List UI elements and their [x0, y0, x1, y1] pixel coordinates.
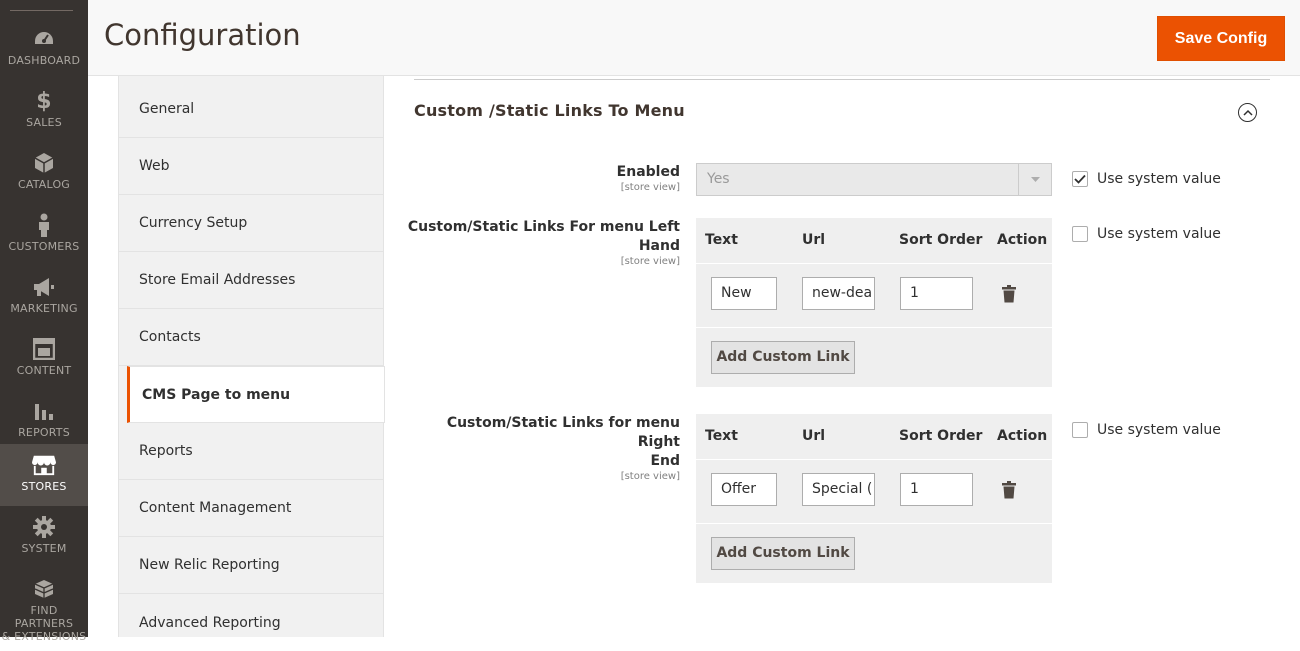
use-system-value-checkbox[interactable]: [1072, 422, 1088, 438]
config-section: Custom /Static Links To Menu Enabled [st…: [384, 76, 1300, 637]
nav-label: REPORTS: [18, 426, 70, 439]
nav-label: CONTENT: [16, 364, 72, 377]
content-icon: [32, 337, 56, 361]
table-header: Text Url Sort Order Action: [696, 218, 1052, 264]
add-custom-link-button[interactable]: Add Custom Link: [711, 537, 855, 570]
right-end-label-line1: Custom/Static Links for menu Right: [446, 415, 680, 450]
left-hand-label-line1: Custom/Static Links For menu Left: [407, 219, 680, 235]
tab-general[interactable]: General: [119, 81, 383, 138]
tab-content-management[interactable]: Content Management: [119, 480, 383, 537]
nav-item-content[interactable]: CONTENT: [0, 328, 88, 390]
nav-item-system[interactable]: SYSTEM: [0, 506, 88, 568]
tab-web[interactable]: Web: [119, 138, 383, 195]
tab-store-email-addresses[interactable]: Store Email Addresses: [119, 252, 383, 309]
gear-icon: [32, 515, 56, 539]
tab-currency-setup[interactable]: Currency Setup: [119, 195, 383, 252]
enabled-select[interactable]: Yes: [696, 163, 1052, 196]
nav-label-line1: FIND PARTNERS: [14, 604, 74, 630]
left-hand-label: Custom/Static Links For menu Left Hand […: [400, 218, 680, 268]
link-text-input[interactable]: Offer: [711, 473, 777, 506]
left-hand-label-line2: Hand: [638, 238, 680, 254]
use-system-value-label: Use system value: [1097, 422, 1221, 438]
column-text: Text: [705, 232, 738, 248]
column-text: Text: [705, 428, 738, 444]
link-text-input[interactable]: New: [711, 277, 777, 310]
column-action: Action: [997, 428, 1048, 444]
tab-cms-page-to-menu[interactable]: CMS Page to menu: [127, 366, 385, 423]
link-sort-order-input[interactable]: 1: [900, 473, 973, 506]
save-config-button[interactable]: Save Config: [1157, 16, 1285, 61]
column-url: Url: [802, 428, 826, 444]
right-end-label: Custom/Static Links for menu Right End […: [400, 414, 680, 483]
table-footer: Add Custom Link: [696, 524, 1052, 583]
person-icon: [32, 213, 56, 237]
link-sort-order-input[interactable]: 1: [900, 277, 973, 310]
nav-item-stores[interactable]: STORES: [0, 444, 88, 506]
column-sort-order: Sort Order: [899, 232, 983, 248]
page-header: Configuration Save Config: [88, 0, 1300, 76]
nav-label: STORES: [21, 480, 67, 493]
dollar-icon: $: [36, 88, 52, 114]
use-system-value-label: Use system value: [1097, 226, 1221, 242]
table-row: New new-dea 1: [696, 264, 1052, 328]
scope-label: [store view]: [620, 256, 680, 267]
table-footer: Add Custom Link: [696, 328, 1052, 387]
chevron-down-icon: [1018, 164, 1051, 195]
trash-icon[interactable]: [1002, 285, 1016, 307]
dashboard-icon: [32, 27, 56, 51]
section-divider: [414, 79, 1270, 80]
nav-label: DASHBOARD: [7, 54, 81, 67]
store-icon: [32, 453, 56, 477]
bar-chart-icon: [32, 399, 56, 423]
nav-item-dashboard[interactable]: DASHBOARD: [0, 18, 88, 80]
left-hand-use-system-value[interactable]: Use system value: [1072, 226, 1221, 242]
left-hand-links-table: Text Url Sort Order Action New new-dea 1…: [696, 218, 1052, 387]
section-title[interactable]: Custom /Static Links To Menu: [414, 101, 685, 120]
nav-item-sales[interactable]: $ SALES: [0, 80, 88, 142]
nav-item-catalog[interactable]: CATALOG: [0, 142, 88, 204]
column-url: Url: [802, 232, 826, 248]
column-sort-order: Sort Order: [899, 428, 983, 444]
link-url-input[interactable]: Special (: [802, 473, 875, 506]
config-tabs: General Web Currency Setup Store Email A…: [118, 76, 385, 637]
use-system-value-checkbox[interactable]: [1072, 171, 1088, 187]
tab-contacts[interactable]: Contacts: [119, 309, 383, 366]
tab-advanced-reporting[interactable]: Advanced Reporting: [119, 594, 383, 651]
use-system-value-checkbox[interactable]: [1072, 226, 1088, 242]
right-end-use-system-value[interactable]: Use system value: [1072, 422, 1221, 438]
nav-label: CUSTOMERS: [8, 240, 80, 253]
enabled-use-system-value[interactable]: Use system value: [1072, 171, 1221, 187]
table-header: Text Url Sort Order Action: [696, 414, 1052, 460]
nav-label: CATALOG: [17, 178, 71, 191]
chevron-up-icon[interactable]: [1238, 103, 1257, 122]
add-custom-link-button[interactable]: Add Custom Link: [711, 341, 855, 374]
enabled-select-value: Yes: [707, 171, 730, 187]
nav-label: SYSTEM: [21, 542, 67, 555]
nav-item-marketing[interactable]: MARKETING: [0, 266, 88, 328]
nav-label: MARKETING: [10, 302, 78, 315]
scope-label: [store view]: [620, 471, 680, 482]
column-action: Action: [997, 232, 1048, 248]
nav-item-reports[interactable]: REPORTS: [0, 390, 88, 452]
admin-sidebar: DASHBOARD $ SALES CATALOG CUSTOMERS MARK…: [0, 0, 88, 643]
page-title: Configuration: [104, 18, 301, 52]
nav-item-customers[interactable]: CUSTOMERS: [0, 204, 88, 266]
blocks-icon: [32, 579, 56, 601]
right-end-label-line2: End: [650, 453, 680, 469]
link-url-input[interactable]: new-dea: [802, 277, 875, 310]
tab-new-relic-reporting[interactable]: New Relic Reporting: [119, 537, 383, 594]
trash-icon[interactable]: [1002, 481, 1016, 503]
nav-item-find-partners[interactable]: FIND PARTNERS & EXTENSIONS: [0, 575, 88, 643]
enabled-label-text: Enabled: [616, 164, 680, 180]
logo-divider: [10, 10, 73, 11]
nav-label: SALES: [26, 116, 62, 129]
tab-reports[interactable]: Reports: [119, 423, 383, 480]
box-icon: [32, 151, 56, 175]
scope-label: [store view]: [620, 182, 680, 193]
megaphone-icon: [32, 275, 56, 299]
enabled-label: Enabled [store view]: [480, 163, 680, 194]
right-end-links-table: Text Url Sort Order Action Offer Special…: [696, 414, 1052, 583]
table-row: Offer Special ( 1: [696, 460, 1052, 524]
use-system-value-label: Use system value: [1097, 171, 1221, 187]
